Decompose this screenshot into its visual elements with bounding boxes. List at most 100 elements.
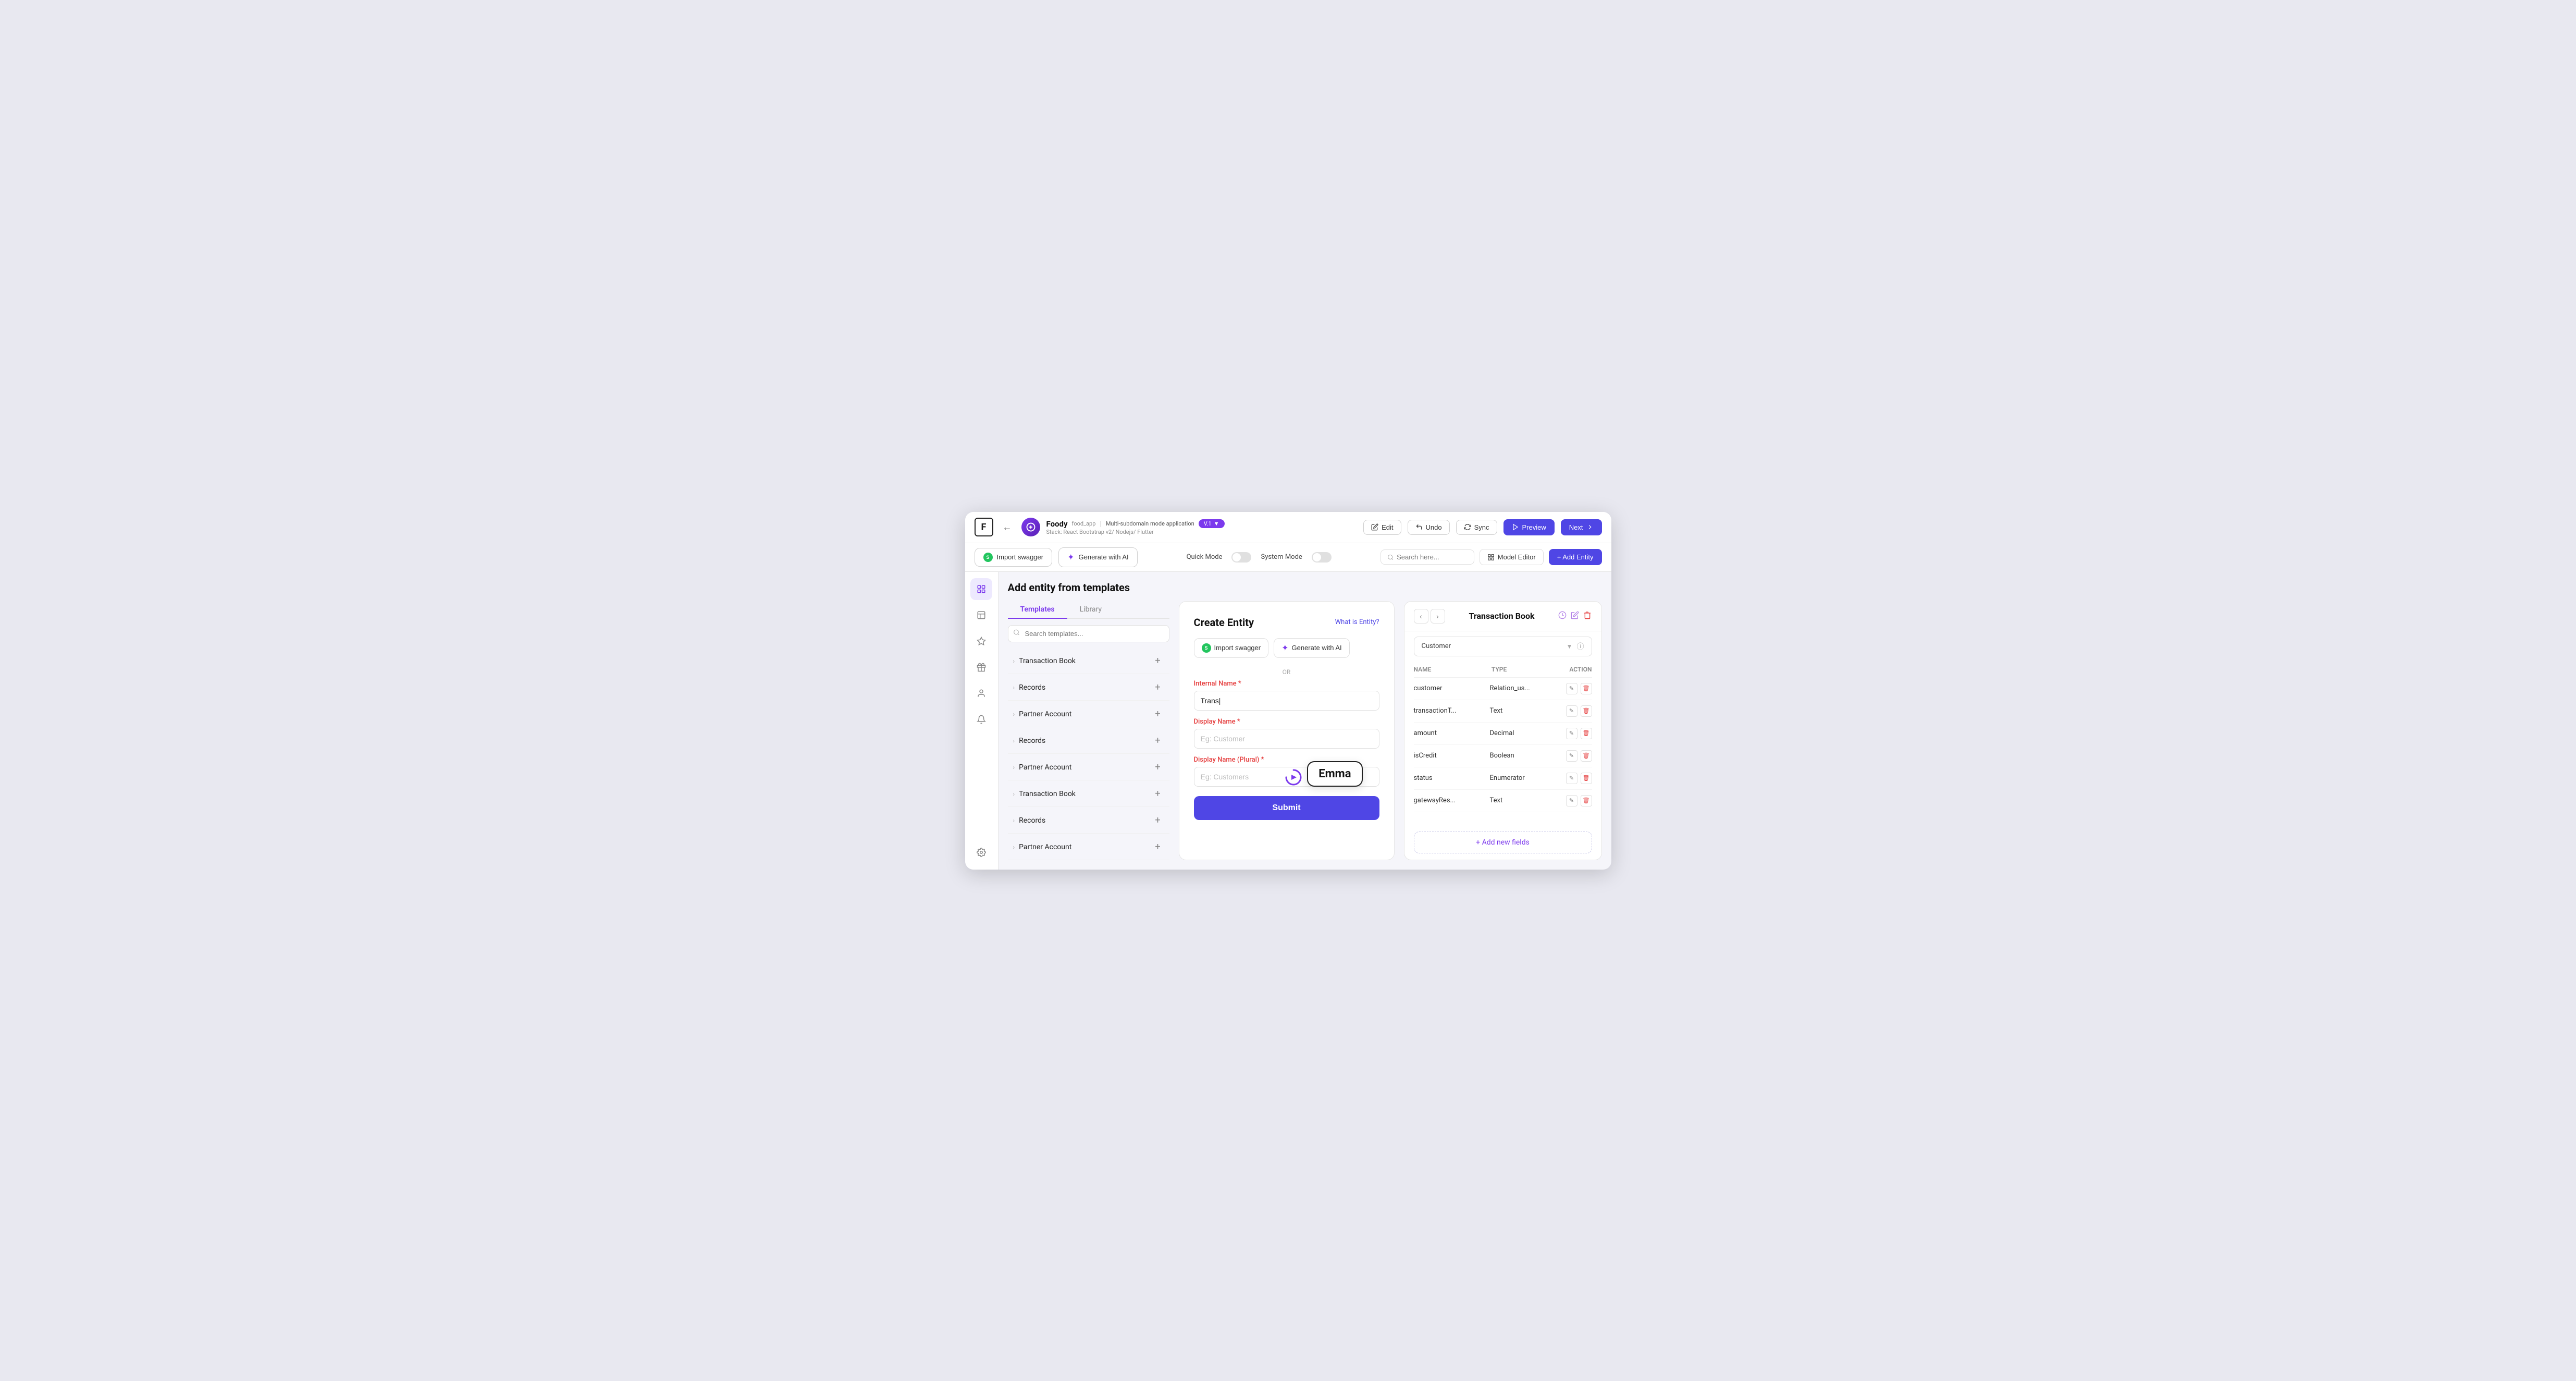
table-row: status Enumerator ✎ 🗑 xyxy=(1414,767,1592,790)
nav-grid-icon[interactable] xyxy=(970,578,992,600)
header-right: Model Editor + Add Entity xyxy=(1381,549,1602,565)
next-button[interactable]: Next xyxy=(1561,519,1602,535)
app-info: Foody food_app | Multi-subdomain mode ap… xyxy=(1046,519,1225,535)
version-badge[interactable]: V.1 ▼ xyxy=(1199,519,1225,528)
add-template-icon[interactable]: + xyxy=(1152,708,1164,720)
rp-delete-icon[interactable] xyxy=(1583,611,1592,621)
display-name-plural-label: Display Name (Plural) * xyxy=(1194,756,1379,764)
add-template-icon[interactable]: + xyxy=(1152,655,1164,667)
main-area: Add entity from templates Templates Libr… xyxy=(965,572,1611,870)
create-entity-header: Create Entity What is Entity? xyxy=(1194,616,1379,629)
table-row: transactionT... Text ✎ 🗑 xyxy=(1414,700,1592,723)
chevron-right-icon: › xyxy=(1013,790,1015,798)
field-name: gatewayRes... xyxy=(1414,797,1486,804)
model-editor-button[interactable]: Model Editor xyxy=(1480,549,1544,565)
field-name: status xyxy=(1414,774,1486,782)
nav-gift-icon[interactable] xyxy=(970,656,992,678)
row-edit-button[interactable]: ✎ xyxy=(1566,773,1577,784)
table-header-row: Name Type Action xyxy=(1414,662,1592,678)
sync-button[interactable]: Sync xyxy=(1456,520,1497,535)
row-delete-button[interactable]: 🗑 xyxy=(1581,795,1592,806)
add-template-icon[interactable]: + xyxy=(1152,735,1164,747)
add-template-icon[interactable]: + xyxy=(1152,841,1164,853)
list-item[interactable]: › Records + xyxy=(1008,675,1169,701)
templates-section-title: Add entity from templates xyxy=(1008,581,1602,594)
list-item[interactable]: › Transaction Book + xyxy=(1008,649,1169,674)
back-button[interactable]: ← xyxy=(1000,519,1015,535)
content-header: S Import swagger ✦ Generate with AI Quic… xyxy=(965,543,1611,572)
edit-button[interactable]: Edit xyxy=(1363,520,1401,535)
rp-header: ‹ › Transaction Book xyxy=(1404,602,1601,631)
field-type: Relation_us... xyxy=(1490,685,1562,692)
ce-generate-ai-button[interactable]: ✦ Generate with AI xyxy=(1274,638,1350,658)
nav-dashboard-icon[interactable] xyxy=(970,604,992,626)
template-search-input[interactable] xyxy=(1008,625,1169,642)
list-item[interactable]: › Partner Account + xyxy=(1008,702,1169,727)
add-template-icon[interactable]: + xyxy=(1152,681,1164,694)
search-input[interactable] xyxy=(1397,553,1468,561)
import-swagger-button-header[interactable]: S Import swagger xyxy=(975,548,1053,567)
nav-bell-icon[interactable] xyxy=(970,708,992,730)
tab-templates[interactable]: Templates xyxy=(1008,601,1067,619)
display-name-plural-input[interactable] xyxy=(1194,767,1379,787)
row-actions: ✎ 🗑 xyxy=(1566,750,1592,762)
app-icon-circle xyxy=(1021,518,1040,536)
nav-settings-icon[interactable] xyxy=(970,841,992,863)
field-name: isCredit xyxy=(1414,752,1486,760)
row-actions: ✎ 🗑 xyxy=(1566,683,1592,694)
app-name: Foody xyxy=(1046,519,1068,529)
row-delete-button[interactable]: 🗑 xyxy=(1581,728,1592,739)
row-actions: ✎ 🗑 xyxy=(1566,728,1592,739)
tab-library[interactable]: Library xyxy=(1067,601,1114,619)
field-type: Decimal xyxy=(1490,729,1562,737)
transaction-book-panel: ‹ › Transaction Book xyxy=(1404,601,1602,860)
quick-mode-toggle[interactable] xyxy=(1231,552,1251,563)
row-edit-button[interactable]: ✎ xyxy=(1566,728,1577,739)
internal-name-input[interactable] xyxy=(1194,691,1379,711)
app-logo: F xyxy=(975,518,993,536)
add-template-icon[interactable]: + xyxy=(1152,788,1164,800)
search-bar[interactable] xyxy=(1381,549,1474,565)
quick-mode-label: Quick Mode xyxy=(1187,553,1223,561)
add-template-icon[interactable]: + xyxy=(1152,814,1164,827)
nav-user-icon[interactable] xyxy=(970,682,992,704)
undo-button[interactable]: Undo xyxy=(1408,520,1450,535)
list-item[interactable]: › Records + xyxy=(1008,808,1169,834)
field-type: Enumerator xyxy=(1490,774,1562,782)
list-item[interactable]: › Partner Account + xyxy=(1008,835,1169,860)
rp-prev-button[interactable]: ‹ xyxy=(1414,609,1428,624)
submit-button[interactable]: Submit xyxy=(1194,796,1379,820)
rp-history-icon[interactable] xyxy=(1558,611,1567,621)
field-name: transactionT... xyxy=(1414,707,1486,715)
add-entity-button[interactable]: + Add Entity xyxy=(1549,549,1602,565)
row-edit-button[interactable]: ✎ xyxy=(1566,683,1577,694)
row-edit-button[interactable]: ✎ xyxy=(1566,705,1577,717)
rp-next-button[interactable]: › xyxy=(1431,609,1445,624)
list-item[interactable]: › Transaction Book + xyxy=(1008,781,1169,807)
what-is-entity-link[interactable]: What is Entity? xyxy=(1335,618,1379,626)
display-name-input[interactable] xyxy=(1194,729,1379,749)
ce-import-swagger-button[interactable]: S Import swagger xyxy=(1194,638,1269,658)
row-delete-button[interactable]: 🗑 xyxy=(1581,683,1592,694)
row-edit-button[interactable]: ✎ xyxy=(1566,795,1577,806)
row-delete-button[interactable]: 🗑 xyxy=(1581,773,1592,784)
system-mode-label: System Mode xyxy=(1261,553,1302,561)
app-window: F ← Foody food_app | Multi-subdomain mod… xyxy=(965,512,1611,870)
add-new-fields-button[interactable]: + Add new fields xyxy=(1414,832,1592,853)
table-row: amount Decimal ✎ 🗑 xyxy=(1414,723,1592,745)
system-mode-toggle[interactable] xyxy=(1312,552,1332,563)
nav-star-icon[interactable] xyxy=(970,630,992,652)
list-item[interactable]: › Records + xyxy=(1008,728,1169,754)
swagger-icon-small: S xyxy=(1202,643,1211,653)
preview-button[interactable]: Preview xyxy=(1503,519,1555,535)
rp-customer-dropdown[interactable]: Customer ▼ ⓘ xyxy=(1414,637,1592,656)
rp-nav: ‹ › xyxy=(1414,609,1445,624)
row-delete-button[interactable]: 🗑 xyxy=(1581,750,1592,762)
add-template-icon[interactable]: + xyxy=(1152,761,1164,774)
row-delete-button[interactable]: 🗑 xyxy=(1581,705,1592,717)
rp-edit-icon[interactable] xyxy=(1571,611,1579,621)
list-item[interactable]: › Partner Account + xyxy=(1008,755,1169,780)
generate-ai-button-header[interactable]: ✦ Generate with AI xyxy=(1058,547,1138,567)
tabs-row: Templates Library xyxy=(1008,601,1169,619)
row-edit-button[interactable]: ✎ xyxy=(1566,750,1577,762)
